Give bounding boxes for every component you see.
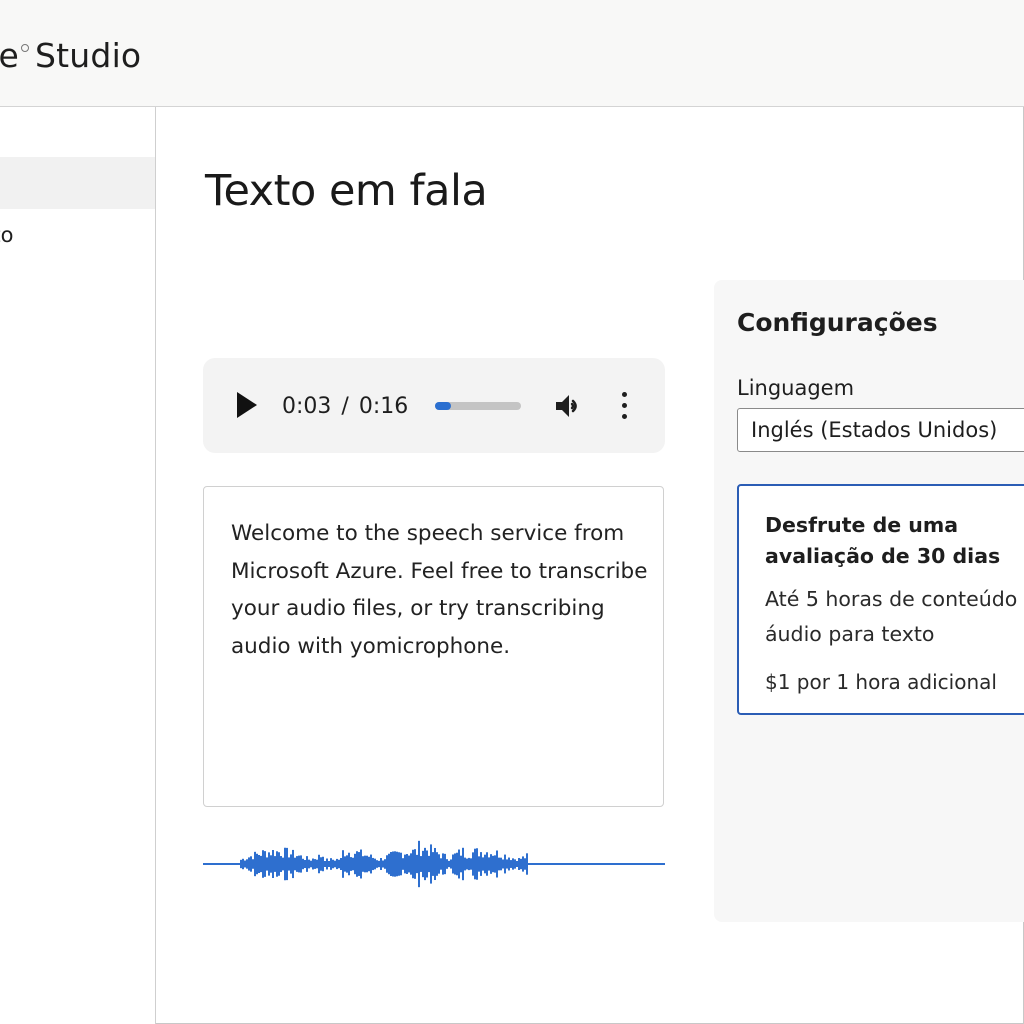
sidebar-item-speech-to-text[interactable]: xto <box>0 223 14 247</box>
audio-player: 0:03 / 0:16 <box>203 358 665 453</box>
text-input-value: Welcome to the speech service from Micro… <box>231 521 648 660</box>
play-icon[interactable] <box>237 392 257 418</box>
settings-panel: Configurações Linguagem Inglés (Estados … <box>714 280 1024 922</box>
trial-price: $1 por 1 hora adicional <box>765 670 997 694</box>
settings-title: Configurações <box>737 308 938 337</box>
time-display: 0:03 / 0:16 <box>282 394 408 419</box>
sidebar: xto <box>0 107 156 1024</box>
text-input-area[interactable]: Welcome to the speech service from Micro… <box>203 486 664 807</box>
volume-icon[interactable] <box>553 391 583 421</box>
page-title: Texto em fala <box>205 166 488 216</box>
seek-bar[interactable] <box>435 402 521 410</box>
app-title[interactable]: eeStudio <box>0 36 141 75</box>
trial-description: Até 5 horas de conteúdo áudio para texto <box>765 587 1018 646</box>
duration: 0:16 <box>358 394 409 419</box>
language-select[interactable]: Inglés (Estados Unidos) <box>737 408 1024 452</box>
trial-title: Desfrute de uma avaliação de 30 dias <box>765 513 1001 568</box>
current-time: 0:03 <box>282 394 332 419</box>
sidebar-item-selected[interactable] <box>0 157 155 209</box>
time-separator: / <box>341 394 349 419</box>
language-label: Linguagem <box>737 376 855 400</box>
sidebar-item-label: xto <box>0 223 14 247</box>
audio-waveform <box>203 840 665 890</box>
trial-card[interactable]: Desfrute de uma avaliação de 30 dias Até… <box>737 484 1024 715</box>
seek-bar-progress <box>435 402 452 410</box>
logo-ring-icon <box>21 44 30 52</box>
more-vertical-icon[interactable] <box>617 392 631 422</box>
app-header: eeStudio <box>0 0 1024 107</box>
